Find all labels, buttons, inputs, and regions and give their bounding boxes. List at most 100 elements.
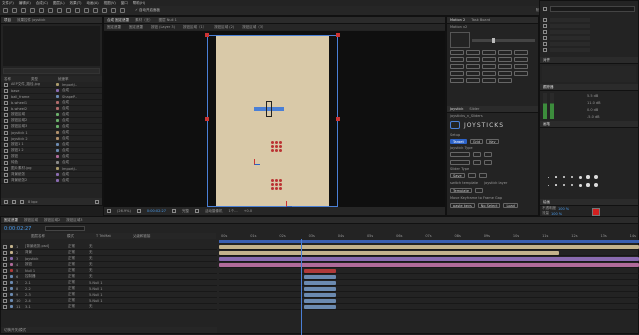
list-item[interactable]: 背景纸张2 合成 — [1, 178, 102, 184]
camera-select[interactable]: 活动摄像机 — [205, 209, 223, 214]
joystick-tab[interactable]: Task Board — [471, 18, 490, 22]
project-search-input[interactable] — [3, 68, 100, 74]
bound-handle[interactable] — [205, 33, 209, 37]
layer-mode[interactable]: 正常 — [68, 274, 86, 279]
motion-tool-button[interactable] — [466, 50, 480, 55]
layer-parent[interactable]: 5.Null 1 — [89, 287, 114, 291]
new-folder-icon[interactable] — [12, 199, 16, 204]
brush-tip[interactable] — [545, 182, 551, 188]
layer-bar[interactable] — [219, 263, 639, 267]
motion-tool-button[interactable] — [466, 71, 480, 76]
joystick-tab[interactable]: Motion 2 — [450, 18, 465, 22]
stamp-tool-icon[interactable] — [102, 8, 107, 13]
work-area-bar[interactable] — [219, 240, 639, 243]
comp-tab[interactable]: 合成 固定遮罩 — [107, 18, 129, 23]
menu-item[interactable]: 文件(F) — [2, 1, 14, 6]
column-header[interactable]: 名称 — [4, 77, 11, 82]
joystick-type-option[interactable] — [473, 160, 481, 165]
menu-item[interactable]: 窗口 — [121, 1, 128, 6]
layer-parent[interactable]: 无 — [89, 244, 114, 249]
layer-mode[interactable]: 正常 — [68, 298, 86, 303]
comp-tab[interactable]: 素材（无） — [135, 18, 153, 23]
motion-graph[interactable] — [450, 32, 470, 48]
joystick-knob[interactable] — [266, 101, 272, 117]
no-select-button[interactable]: No Select — [477, 203, 501, 208]
timeline-tab[interactable]: 按钮区域2 — [44, 218, 60, 223]
timeline-column-header[interactable]: T TrkMat — [96, 234, 111, 238]
motion-tool-button[interactable] — [482, 78, 496, 83]
joystick-type-option[interactable] — [450, 152, 470, 157]
current-time[interactable]: 0:00:02:27 — [147, 209, 166, 213]
right-search-field[interactable] — [550, 6, 635, 12]
home-icon[interactable] — [3, 8, 8, 13]
brush-tip[interactable] — [585, 182, 591, 188]
visibility-icon[interactable] — [3, 286, 7, 291]
motion-tool-button[interactable] — [450, 57, 464, 62]
visibility-icon[interactable] — [3, 262, 7, 267]
joystick-type-option[interactable] — [473, 152, 481, 157]
layer-parent[interactable]: 无 — [89, 256, 114, 261]
brush-tip[interactable] — [593, 174, 599, 180]
breadcrumb-item[interactable]: 固定遮罩 — [107, 25, 121, 30]
interpret-icon[interactable] — [4, 199, 8, 204]
breadcrumb-item[interactable]: 按钮区域（1） — [183, 25, 206, 30]
time-ruler[interactable]: 00s 01s 02s 03s 04s 05s 06s 07s 08s 09s 10s 11s 12s 1… — [219, 233, 638, 239]
joystick-subtab[interactable]: Slider — [469, 107, 479, 111]
layer-parent[interactable]: 无 — [89, 268, 114, 273]
layer-parent[interactable]: 无 — [89, 250, 114, 255]
layer-parent[interactable]: 5.Null 1 — [89, 293, 114, 297]
motion-tool-button[interactable] — [450, 50, 464, 55]
motion-tool-button[interactable] — [498, 57, 512, 62]
comp-viewer[interactable] — [104, 31, 445, 207]
bound-handle[interactable] — [205, 117, 209, 121]
layer-bar[interactable] — [304, 269, 336, 273]
auto-open-panel-toggle[interactable]: ✓ 自动开启面板 — [135, 8, 160, 13]
motion-tool-button[interactable] — [498, 50, 512, 55]
zoom-tool-icon[interactable] — [30, 8, 35, 13]
property-field[interactable] — [550, 30, 590, 34]
timeline-column-header[interactable]: 模式 — [67, 234, 74, 239]
brush-tip[interactable] — [577, 182, 583, 188]
brush-tip[interactable] — [585, 174, 591, 180]
motion-tool-button[interactable] — [498, 78, 512, 83]
key-button[interactable]: Key — [486, 139, 499, 144]
opacity-value[interactable]: 100 % — [558, 207, 569, 211]
property-field[interactable] — [550, 48, 590, 52]
motion-tool-button[interactable] — [482, 71, 496, 76]
playhead[interactable] — [301, 239, 302, 335]
breadcrumb-item[interactable]: 按钮区域 (2) — [214, 25, 234, 30]
motion-tool-button[interactable] — [514, 57, 528, 62]
layer-mode[interactable]: 正常 — [68, 250, 86, 255]
motion-tool-button[interactable] — [482, 64, 496, 69]
brush-tip[interactable] — [569, 174, 575, 180]
brush-tip[interactable] — [553, 182, 559, 188]
text-tool-icon[interactable] — [84, 8, 89, 13]
rotate-tool-icon[interactable] — [39, 8, 44, 13]
layer-bar[interactable] — [304, 293, 336, 297]
layer-mode[interactable]: 正常 — [68, 286, 86, 291]
timeline-tab[interactable]: 固定遮罩 — [4, 218, 18, 223]
property-field[interactable] — [550, 24, 590, 28]
tab-effect-controls[interactable]: 效果控件 joystick — [17, 18, 45, 23]
save-button[interactable]: Save — [450, 173, 465, 178]
motion-tool-button[interactable] — [498, 64, 512, 69]
new-comp-icon[interactable] — [20, 199, 24, 204]
layer-search-input[interactable] — [45, 226, 86, 231]
menu-item[interactable]: 图层(L) — [53, 1, 65, 6]
slider-option[interactable] — [478, 173, 487, 178]
property-field[interactable] — [550, 18, 590, 22]
bound-handle[interactable] — [336, 33, 340, 37]
template-option[interactable] — [474, 188, 483, 193]
layer-parent[interactable]: 无 — [89, 262, 114, 267]
visibility-icon[interactable] — [3, 274, 7, 279]
brush-tip[interactable] — [593, 182, 599, 188]
motion-tool-button[interactable] — [514, 64, 528, 69]
joystick-type-option[interactable] — [484, 152, 492, 157]
brush-tip[interactable] — [553, 174, 559, 180]
table-row[interactable]: 11 3-1 正常无 — [1, 304, 217, 310]
always-preview-icon[interactable] — [107, 209, 111, 213]
layer-parent[interactable]: 无 — [89, 304, 114, 309]
visibility-icon[interactable] — [3, 304, 7, 309]
timeline-tab[interactable]: 按钮区域 — [24, 218, 38, 223]
joystick-type-option[interactable] — [450, 160, 470, 165]
